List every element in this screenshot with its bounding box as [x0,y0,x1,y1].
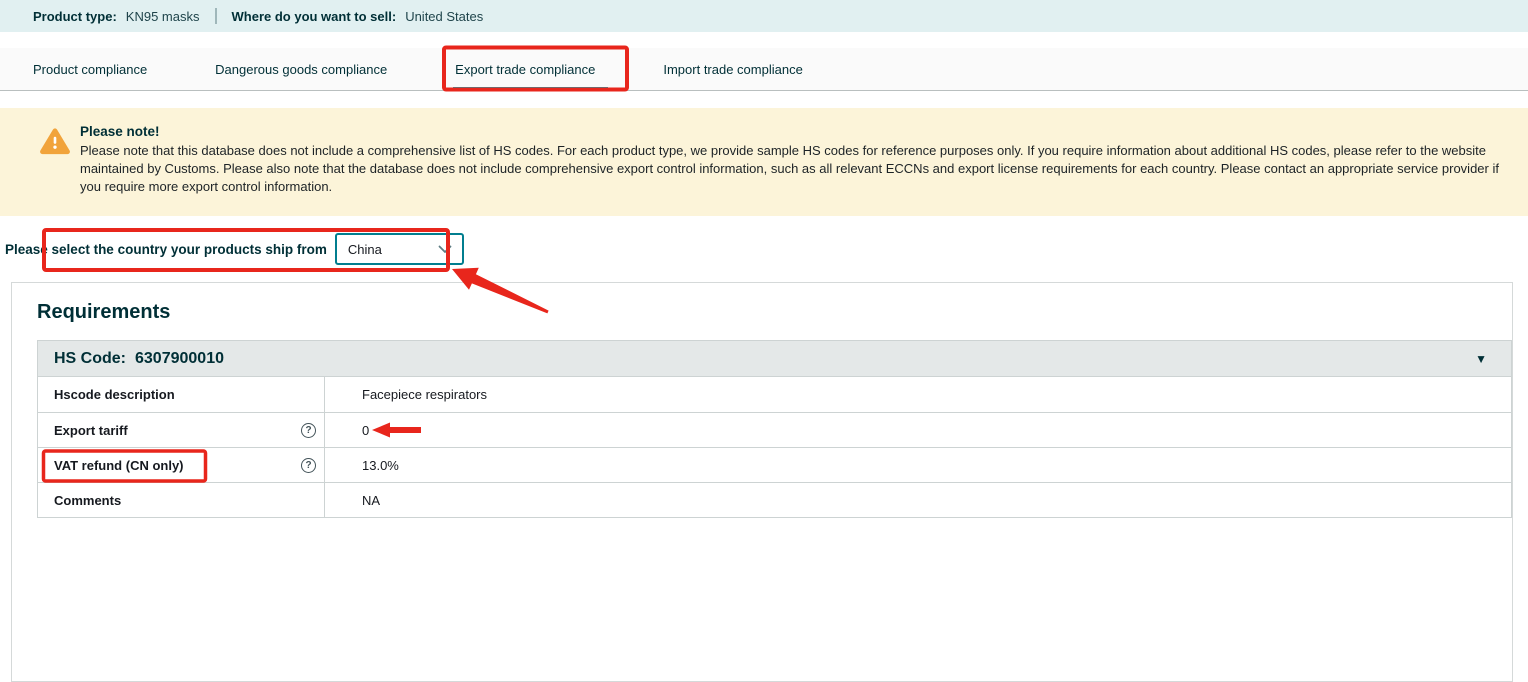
requirements-heading: Requirements [37,301,1512,324]
notice-title: Please note! [80,124,1520,139]
product-type-label: Product type: [33,9,117,24]
ship-from-row: Please select the country your products … [0,233,1528,265]
notice-text: Please note! Please note that this datab… [80,124,1520,216]
table-row-vat-refund: VAT refund (CN only) ? 13.0% [38,447,1511,482]
hs-code-accordion-header[interactable]: HS Code: 6307900010 ▼ [38,341,1511,376]
tab-dangerous-goods-compliance[interactable]: Dangerous goods compliance [215,48,387,90]
hs-code-label: HS Code: [54,350,126,368]
warning-icon [0,124,80,216]
sell-where-value: United States [405,9,483,24]
compliance-tab-bar: Product compliance Dangerous goods compl… [0,48,1528,91]
chevron-down-icon [438,242,452,257]
tab-product-compliance[interactable]: Product compliance [33,48,147,90]
row-value: NA [325,483,380,517]
row-label: VAT refund (CN only) ? [38,448,325,482]
product-type-value: KN95 masks [126,9,200,24]
row-value: 13.0% [325,448,399,482]
caret-down-icon[interactable]: ▼ [1475,352,1487,366]
row-label: Comments [38,483,325,517]
help-icon[interactable]: ? [301,423,316,438]
ship-from-label: Please select the country your products … [5,242,327,257]
requirements-panel: Requirements HS Code: 6307900010 ▼ Hscod… [11,282,1513,682]
ship-from-selected-value: China [348,242,382,257]
row-label-text: Hscode description [54,387,175,402]
row-value: 0 [325,413,369,447]
table-row-hscode-description: Hscode description Facepiece respirators [38,376,1511,412]
context-bar: Product type: KN95 masks Where do you wa… [0,0,1528,32]
row-label: Export tariff ? [38,413,325,447]
hs-code-value: 6307900010 [135,350,224,368]
tab-export-trade-compliance[interactable]: Export trade compliance [455,48,595,90]
sell-where-label: Where do you want to sell: [232,9,397,24]
row-value: Facepiece respirators [325,377,487,412]
ship-from-select[interactable]: China [335,233,464,265]
row-label: Hscode description [38,377,325,412]
row-label-text: VAT refund (CN only) [54,458,184,473]
please-note-banner: Please note! Please note that this datab… [0,108,1528,216]
vertical-divider [215,8,217,24]
table-row-comments: Comments NA [38,482,1511,517]
row-label-text: Export tariff [54,423,128,438]
help-icon[interactable]: ? [301,458,316,473]
hs-code-table: HS Code: 6307900010 ▼ Hscode description… [37,340,1512,518]
row-label-text: Comments [54,493,121,508]
table-row-export-tariff: Export tariff ? 0 [38,412,1511,447]
tab-import-trade-compliance[interactable]: Import trade compliance [663,48,802,90]
notice-body: Please note that this database does not … [80,142,1520,196]
